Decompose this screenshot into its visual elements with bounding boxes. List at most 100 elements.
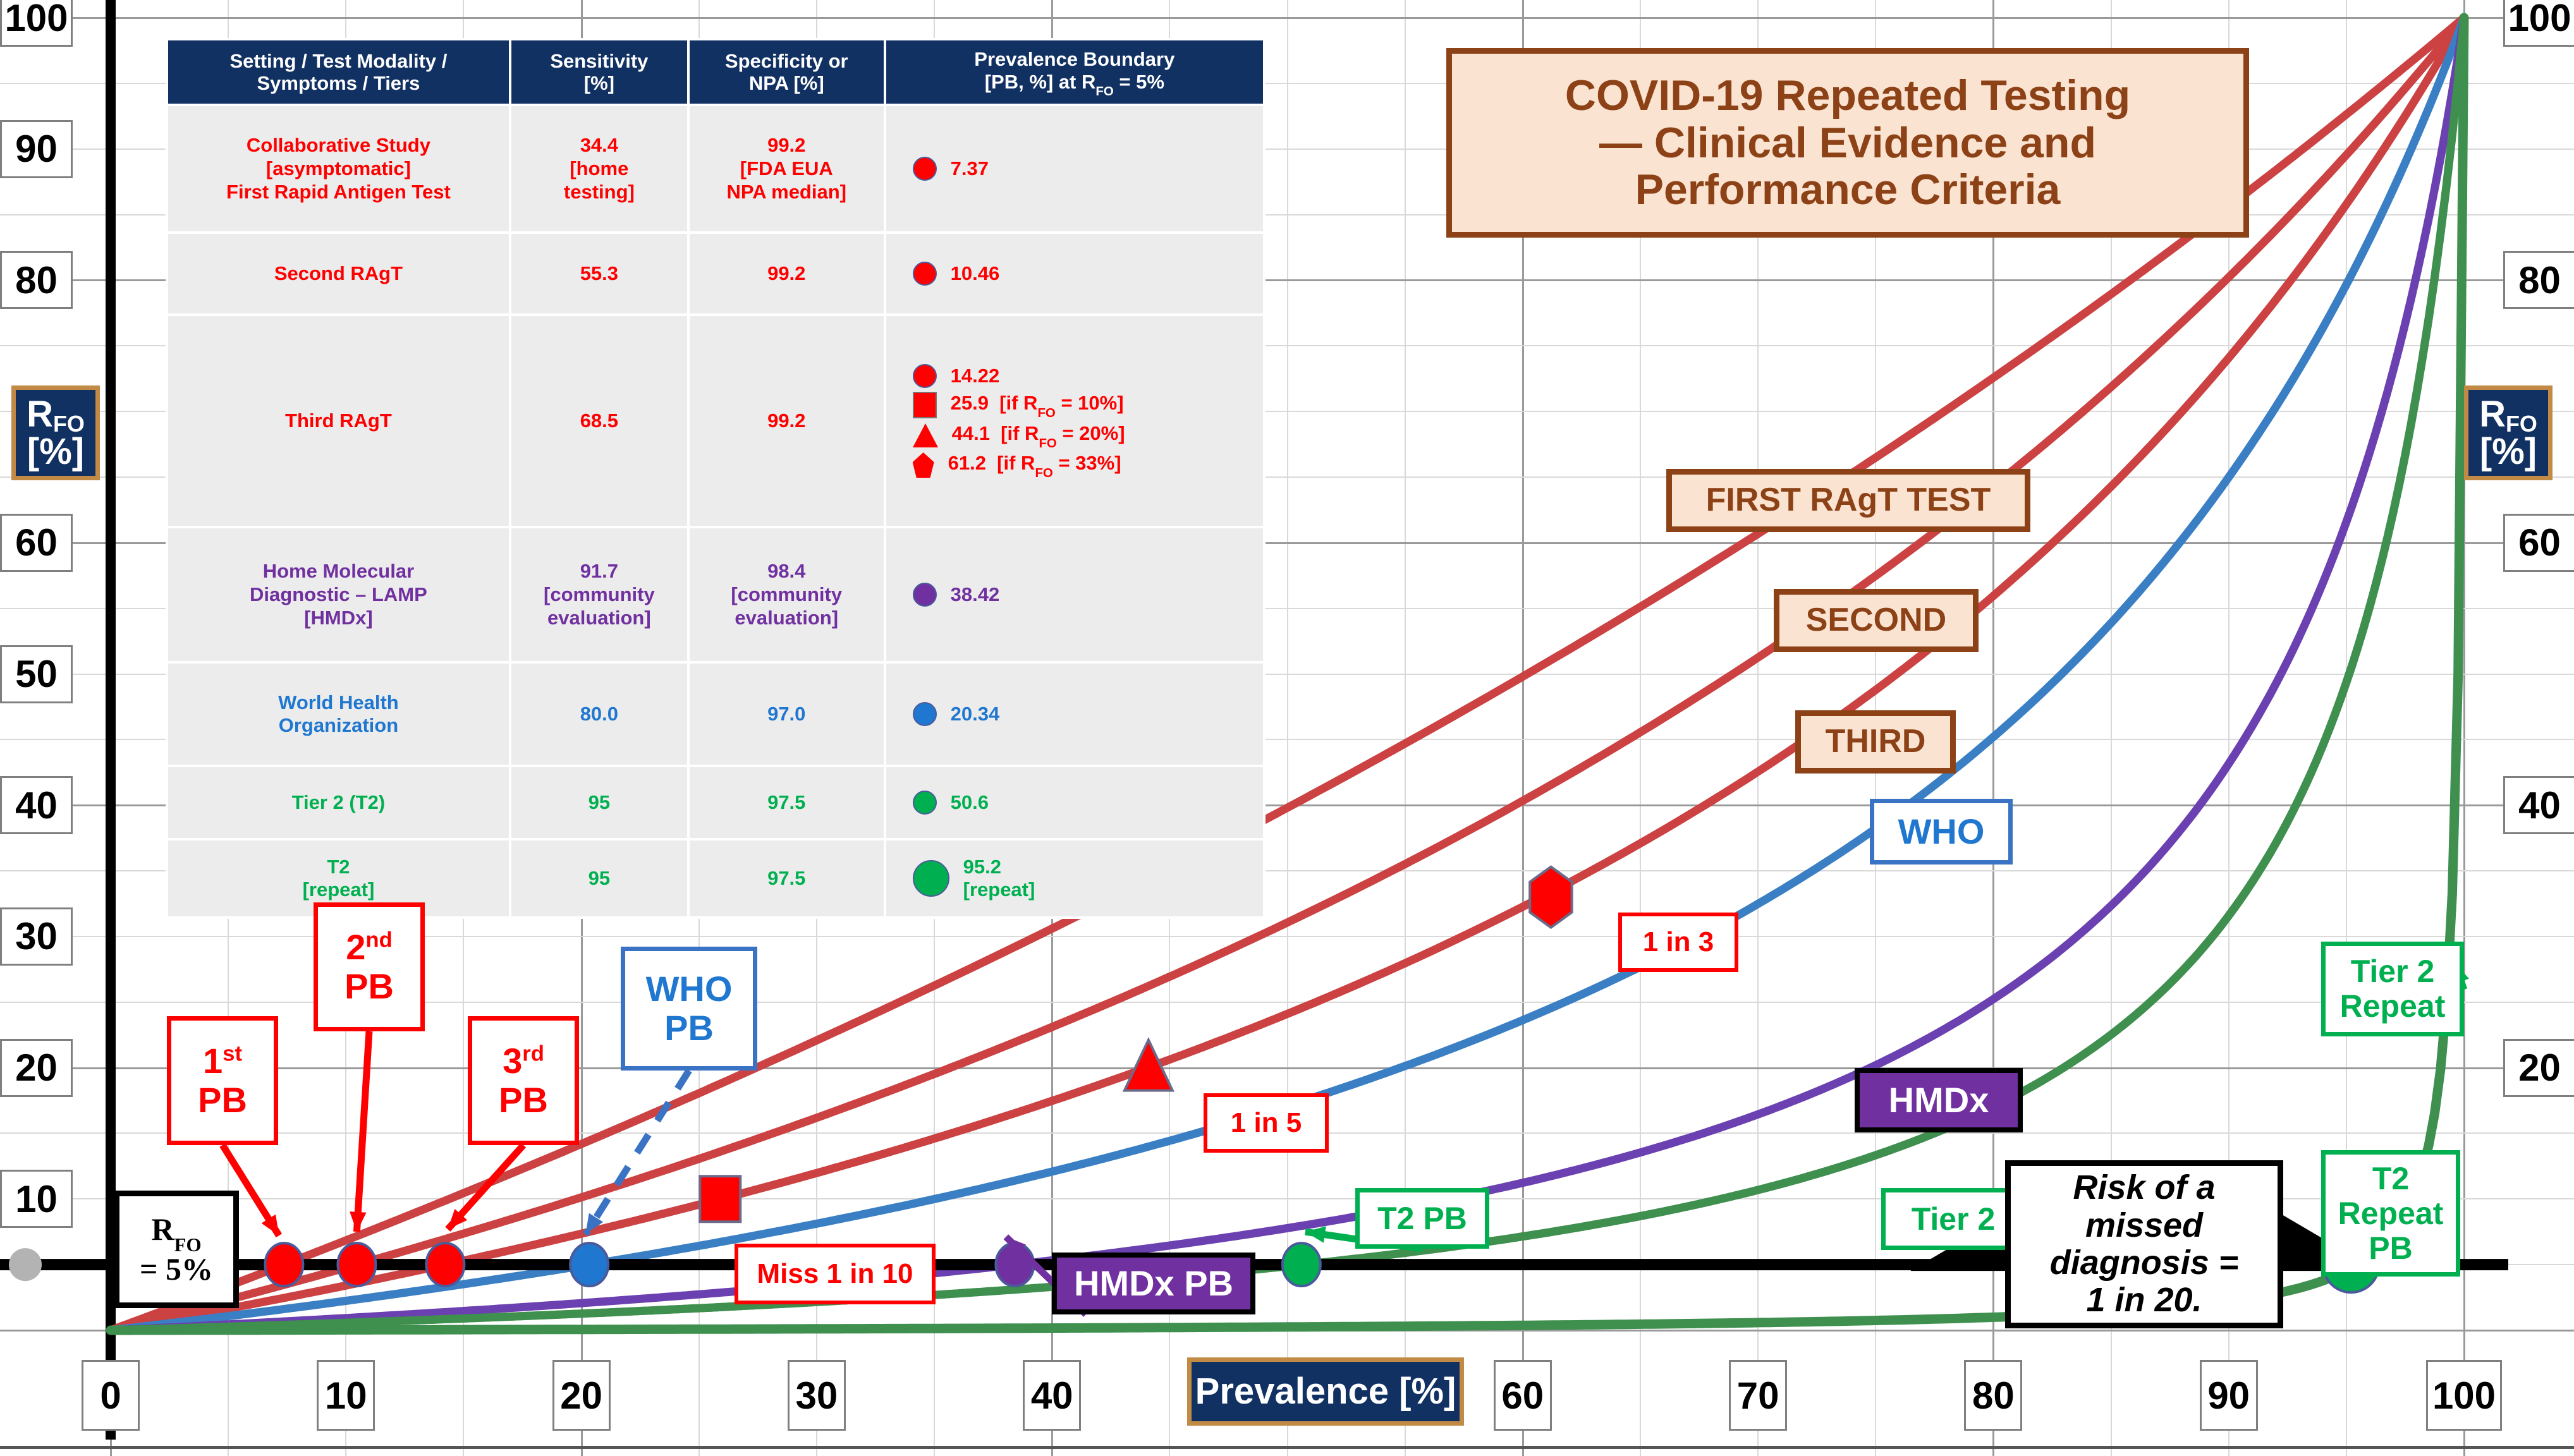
pb-entry: 25.9 [if RFO = 10%] <box>912 392 1259 421</box>
y-axis-title-left: RFO [%] <box>11 385 100 480</box>
cell-sensitivity: 91.7 [community evaluation] <box>511 528 687 662</box>
leader-t2-pb-arrowhead <box>1305 1226 1326 1243</box>
gridline-horizontal <box>0 1067 2574 1069</box>
chart-canvas: Setting / Test Modality / Symptoms / Tier… <box>0 0 2574 1456</box>
cell-prevalence-boundary: 38.42 <box>886 528 1263 662</box>
cell-sensitivity: 95 <box>511 767 687 839</box>
curve-label-hmdx: HMDx <box>1855 1068 2023 1132</box>
cell-prevalence-boundary: 20.34 <box>886 664 1263 765</box>
pb-value: 50.6 <box>950 791 989 814</box>
x-tick-30: 30 <box>787 1360 846 1431</box>
marker-circle-icon <box>912 262 937 286</box>
pb-entry: 7.37 <box>912 157 1259 181</box>
cell-setting: Third RAgT <box>168 316 509 526</box>
leader-3rd-pb <box>445 1143 527 1232</box>
table-row: Tier 2 (T2) 95 97.5 50.6 <box>168 767 1263 839</box>
x-tick-0: 0 <box>82 1360 140 1431</box>
y-tick-left-60: 60 <box>0 513 73 572</box>
pb-value: 95.2 [repeat] <box>963 855 1035 901</box>
table-row: Home Molecular Diagnostic – LAMP [HMDx] 91.… <box>168 528 1263 662</box>
x-tick-80: 80 <box>1964 1360 2023 1431</box>
th-prevalence-boundary: Prevalence Boundary [PB, %] at RFO = 5% <box>886 40 1263 104</box>
cell-sensitivity: 80.0 <box>511 664 687 765</box>
x-tick-10: 10 <box>317 1360 375 1431</box>
table-row: Third RAgT 68.5 99.2 14.22 25.9 [if RFO = 10… <box>168 316 1263 526</box>
page-title: COVID-19 Repeated Testing — Clinical Evi… <box>1446 48 2249 238</box>
pb-value: 10.46 <box>950 262 1000 285</box>
title-line-1: COVID-19 Repeated Testing <box>1565 71 2131 119</box>
gridline-vertical <box>1286 0 1288 1456</box>
pb-entry: 95.2 [repeat] <box>912 855 1259 902</box>
pb-entry: 50.6 <box>912 791 1259 815</box>
marker-square-icon <box>912 392 937 419</box>
curve-label-third: THIRD <box>1795 710 1956 774</box>
callout-hmdx-pb: HMDx PB <box>1052 1253 1255 1314</box>
pb-value: 7.37 <box>950 157 989 180</box>
marker-tri-icon <box>912 423 938 447</box>
x-tick-70: 70 <box>1729 1360 1788 1431</box>
y-tick-left-100: 100 <box>0 0 73 47</box>
y-tick-left-30: 30 <box>0 907 73 966</box>
curve-label-tier2: Tier 2 <box>1881 1188 2025 1250</box>
y-tick-left-40: 40 <box>0 776 73 835</box>
pb-value: 25.9 [if RFO = 10%] <box>950 392 1124 421</box>
y-tick-right-80: 80 <box>2503 251 2574 310</box>
cell-setting: Home Molecular Diagnostic – LAMP [HMDx] <box>168 528 509 662</box>
y-tick-right-20: 20 <box>2503 1038 2574 1097</box>
callout-1-in-3: 1 in 3 <box>1618 913 1738 972</box>
evidence-table: Setting / Test Modality / Symptoms / Tier… <box>166 38 1266 919</box>
marker-circle-icon <box>912 791 937 815</box>
leader-2nd-pb-arrowhead <box>350 1211 367 1232</box>
table-body: Collaborative Study [asymptomatic] First R… <box>168 106 1263 917</box>
pb-value: 20.34 <box>950 703 1000 725</box>
x-tick-20: 20 <box>552 1360 611 1431</box>
cell-sensitivity: 34.4 [home testing] <box>511 106 687 232</box>
callout-rfo-5pct: RFO = 5% <box>114 1191 239 1308</box>
cell-prevalence-boundary: 7.37 <box>886 106 1263 232</box>
marker-pent-icon <box>912 452 934 478</box>
x-tick-90: 90 <box>2199 1360 2258 1431</box>
th-setting: Setting / Test Modality / Symptoms / Tier… <box>168 40 509 104</box>
cell-specificity: 97.0 <box>689 664 884 765</box>
cell-prevalence-boundary: 10.46 <box>886 234 1263 314</box>
marker-circle-icon <box>912 157 937 181</box>
leader-2nd-pb <box>353 1031 373 1232</box>
callout-1st-pb: 1st PB <box>167 1016 278 1145</box>
pb-entry: 10.46 <box>912 262 1259 286</box>
table-header-row: Setting / Test Modality / Symptoms / Tier… <box>168 40 1263 104</box>
pb-entry: 20.34 <box>912 702 1259 727</box>
callout-t2-repeat-pb: T2 Repeat PB <box>2321 1150 2460 1277</box>
leader-1st-pb-arrowhead <box>261 1214 279 1236</box>
marker-circle-icon <box>912 860 949 897</box>
cell-sensitivity: 55.3 <box>511 234 687 314</box>
cell-specificity: 99.2 [FDA EUA NPA median] <box>689 106 884 232</box>
cell-setting: Collaborative Study [asymptomatic] First R… <box>168 106 509 232</box>
callout-t2-pb: T2 PB <box>1355 1188 1489 1249</box>
marker-circle-icon <box>912 364 937 389</box>
pb-entry: 44.1 [if RFO = 20%] <box>912 422 1259 451</box>
gridline-vertical <box>2463 0 2465 1456</box>
y-tick-left-80: 80 <box>0 251 73 310</box>
gridline-horizontal <box>0 1330 2574 1332</box>
cell-setting: Tier 2 (T2) <box>168 767 509 839</box>
callout-3rd-pb: 3rd PB <box>468 1016 579 1145</box>
title-line-3: Performance Criteria <box>1635 166 2061 214</box>
leader-who-pb <box>582 1069 692 1237</box>
x-axis-line <box>0 1446 2574 1449</box>
th-specificity: Specificity or NPA [%] <box>689 40 884 104</box>
curve-label-second: SECOND <box>1774 589 1979 652</box>
cell-sensitivity: 95 <box>511 840 687 917</box>
x-axis-title: Prevalence [%] <box>1187 1357 1464 1426</box>
y-tick-left-20: 20 <box>0 1038 73 1097</box>
title-line-2: — Clinical Evidence and <box>1599 118 2097 167</box>
callout-miss-1-in-10: Miss 1 in 10 <box>735 1244 936 1304</box>
cell-setting: World Health Organization <box>168 664 509 765</box>
table-row: Second RAgT 55.3 99.2 10.46 <box>168 234 1263 314</box>
y-tick-right-60: 60 <box>2503 513 2574 572</box>
leader-3rd-pb-arrowhead <box>448 1209 468 1230</box>
curve-label-tier2-repeat: Tier 2 Repeat <box>2321 942 2464 1036</box>
callout-who-pb: WHO PB <box>621 947 757 1071</box>
data-marker-pentagon-61.2 <box>1528 865 1573 930</box>
th-sensitivity: Sensitivity [%] <box>511 40 687 104</box>
x-tick-40: 40 <box>1023 1360 1082 1431</box>
